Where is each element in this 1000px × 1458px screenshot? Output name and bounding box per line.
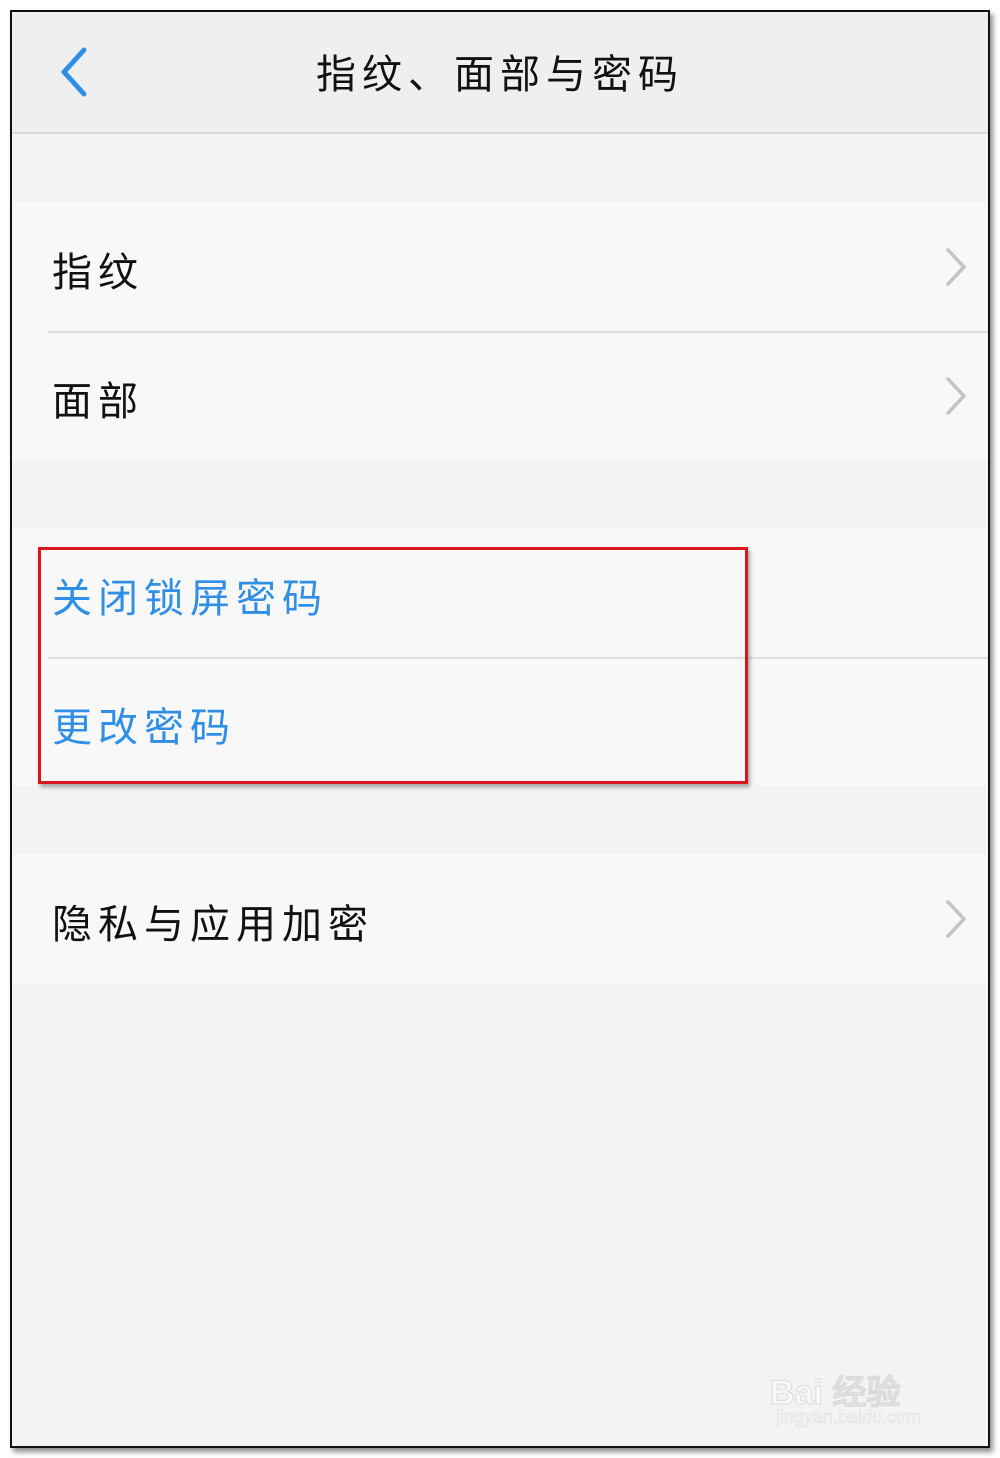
privacy-encryption-row[interactable]: 隐私与应用加密 bbox=[12, 854, 988, 983]
watermark-url: jingyan.baidu.com bbox=[776, 1407, 922, 1428]
highlight-annotation-box bbox=[38, 547, 748, 784]
privacy-encryption-label: 隐私与应用加密 bbox=[52, 902, 374, 948]
phone-screen: 指纹、面部与密码 指纹 面部 关闭锁屏密码 更改密码 隐私与应用加密 Bai 经… bbox=[10, 10, 990, 1448]
fingerprint-label: 指纹 bbox=[52, 250, 144, 296]
biometrics-group: 指纹 面部 bbox=[12, 202, 988, 460]
baidu-jingyan-watermark: Bai 经验 jingyan.baidu.com bbox=[769, 1357, 970, 1432]
chevron-right-icon bbox=[946, 248, 966, 286]
page-title: 指纹、面部与密码 bbox=[316, 52, 684, 98]
privacy-group: 隐私与应用加密 bbox=[12, 854, 988, 983]
face-row[interactable]: 面部 bbox=[12, 331, 988, 460]
face-label: 面部 bbox=[52, 379, 144, 425]
chevron-right-icon bbox=[946, 900, 966, 938]
chevron-right-icon bbox=[946, 377, 966, 415]
navigation-bar: 指纹、面部与密码 bbox=[12, 12, 988, 134]
fingerprint-row[interactable]: 指纹 bbox=[12, 202, 988, 331]
